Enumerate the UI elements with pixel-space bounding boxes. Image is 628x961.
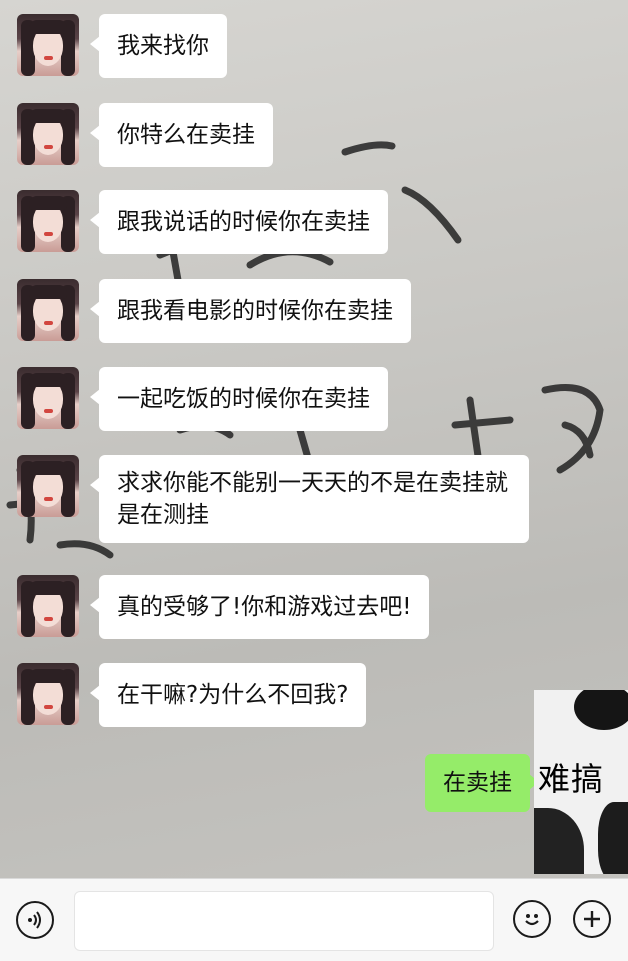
- message-row: 我来找你: [17, 14, 227, 78]
- sticker-caption: 难搞: [538, 760, 605, 798]
- message-bubble[interactable]: 一起吃饭的时候你在卖挂: [90, 367, 388, 431]
- message-row: 一起吃饭的时候你在卖挂: [17, 367, 388, 431]
- avatar[interactable]: [17, 663, 79, 725]
- message-row: 在干嘛?为什么不回我?: [17, 663, 367, 727]
- reply-bubble[interactable]: 在卖挂: [425, 754, 539, 812]
- chat-input-bar: [0, 878, 628, 961]
- message-row: 跟我看电影的时候你在卖挂: [17, 279, 411, 343]
- avatar[interactable]: [17, 103, 79, 165]
- avatar[interactable]: [17, 455, 79, 517]
- message-bubble[interactable]: 跟我看电影的时候你在卖挂: [90, 279, 411, 343]
- message-bubble[interactable]: 真的受够了!你和游戏过去吧!: [89, 575, 430, 639]
- message-row: 你特么在卖挂: [17, 103, 273, 167]
- plus-icon-glyph: [584, 911, 600, 927]
- plus-icon[interactable]: [573, 900, 611, 938]
- emoji-icon[interactable]: [513, 900, 551, 938]
- message-row: 求求你能不能别一天天的不是在卖挂就是在测挂: [17, 455, 529, 543]
- emoji-icon-glyph: [525, 914, 539, 926]
- message-bubble[interactable]: 我来找你: [90, 14, 227, 78]
- message-bubble[interactable]: 求求你能不能别一天天的不是在卖挂就是在测挂: [90, 455, 529, 543]
- panda-sticker-avatar[interactable]: 难搞: [534, 690, 628, 874]
- message-bubble[interactable]: 在干嘛?为什么不回我?: [89, 663, 367, 727]
- message-input[interactable]: [74, 891, 494, 951]
- message-row: 跟我说话的时候你在卖挂: [17, 190, 388, 254]
- avatar[interactable]: [17, 367, 79, 429]
- voice-icon-glyph: [28, 911, 41, 929]
- avatar[interactable]: [17, 279, 79, 341]
- voice-icon[interactable]: [16, 901, 54, 939]
- message-bubble[interactable]: 跟我说话的时候你在卖挂: [90, 190, 388, 254]
- message-row: 真的受够了!你和游戏过去吧!: [17, 575, 430, 639]
- avatar[interactable]: [17, 575, 79, 637]
- avatar[interactable]: [17, 14, 79, 76]
- avatar[interactable]: [17, 190, 79, 252]
- message-bubble[interactable]: 你特么在卖挂: [90, 103, 273, 167]
